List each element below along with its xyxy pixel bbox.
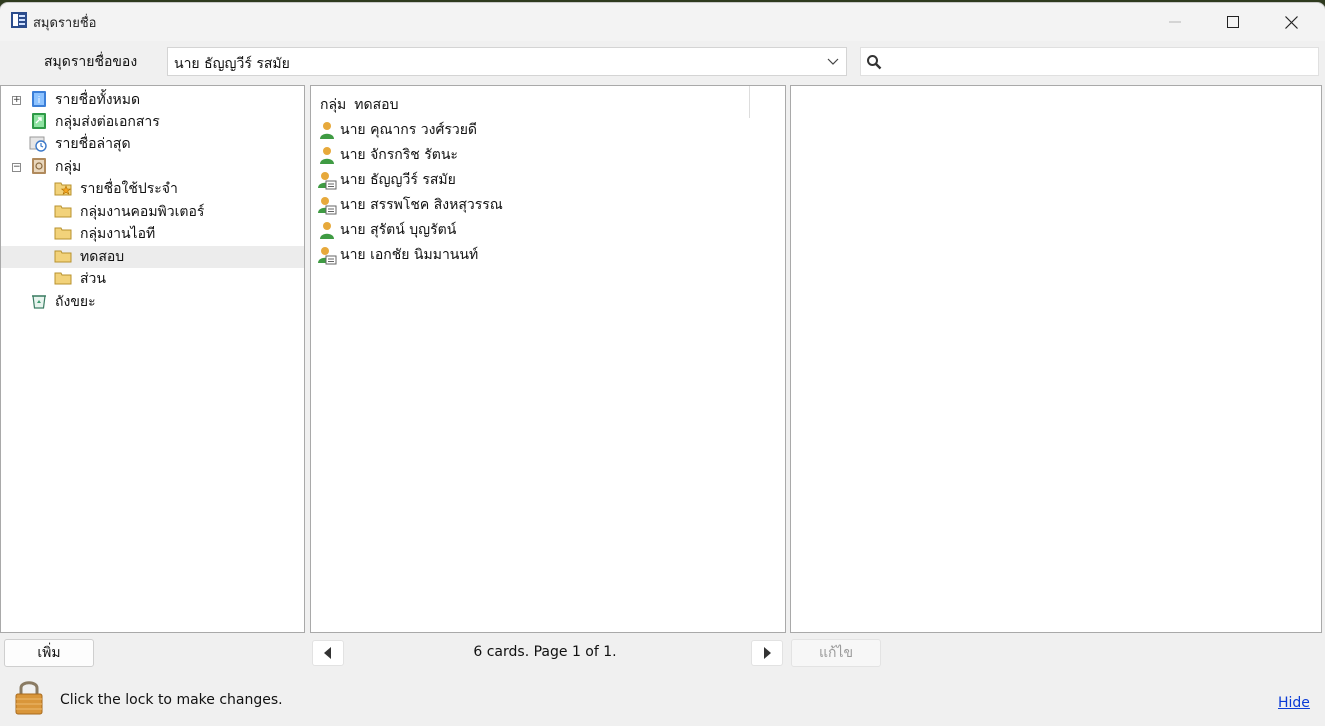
column-separator[interactable] [749, 86, 750, 118]
person-icon [320, 122, 334, 139]
tree-item-label: กลุ่มงานไอที [80, 226, 156, 242]
all-contacts-icon: i [32, 91, 46, 107]
tree-item-label: ส่วน [80, 271, 106, 287]
owner-dropdown-value: นาย ธัญญวีร์ รสมัย [174, 56, 290, 72]
folder-icon [54, 250, 72, 263]
trash-icon [32, 295, 46, 309]
search-box[interactable] [860, 47, 1319, 76]
close-button[interactable] [1268, 3, 1314, 41]
card-row[interactable]: นาย สุรัตน์ บุญรัตน์ [317, 218, 456, 242]
card-row[interactable]: นาย จักรกริช รัตนะ [317, 143, 458, 167]
maximize-icon [1227, 16, 1239, 28]
tree-item-label: กลุ่มงานคอมพิวเตอร์ [80, 204, 205, 220]
recent-contacts-icon [29, 136, 47, 152]
window-title: สมุดรายชื่อ [33, 16, 97, 31]
card-row[interactable]: นาย สรรพโชค สิงหสุวรรณ [317, 193, 503, 217]
person-card-icon [318, 247, 337, 265]
card-row[interactable]: นาย เอกชัย นิมมานนท์ [317, 243, 478, 267]
tree-item-trash[interactable]: ถังขยะ [1, 291, 304, 313]
tree-item-computer-group[interactable]: กลุ่มงานคอมพิวเตอร์ [1, 201, 304, 223]
card-name: นาย คุณากร วงศ์รวยดี [340, 122, 478, 138]
add-button[interactable]: เพิ่ม [4, 639, 94, 667]
edit-button[interactable]: แก้ไข [791, 639, 881, 667]
title-bar: สมุดรายชื่อ [0, 3, 1325, 41]
tree-item-section[interactable]: ส่วน [1, 268, 304, 290]
tree-item-recent-contacts[interactable]: รายชื่อล่าสุด [1, 133, 304, 155]
minimize-button[interactable] [1152, 3, 1198, 41]
tree-item-label: กลุ่มส่งต่อเอกสาร [55, 114, 160, 130]
groups-book-icon [32, 158, 46, 174]
collapse-icon[interactable]: − [12, 163, 21, 172]
person-card-icon [318, 197, 337, 215]
folder-icon [54, 272, 72, 285]
search-icon [867, 55, 882, 70]
lock-icon[interactable] [13, 678, 45, 716]
triangle-left-icon [324, 647, 331, 659]
tree-item-all-contacts[interactable]: + i รายชื่อทั้งหมด [1, 89, 304, 111]
tree-item-groups[interactable]: − กลุ่ม [1, 156, 304, 178]
card-detail-pane [790, 85, 1322, 633]
expand-icon[interactable]: + [12, 96, 21, 105]
maximize-button[interactable] [1210, 3, 1256, 41]
person-card-icon [318, 172, 337, 190]
favorites-folder-icon [54, 182, 72, 196]
tree-item-label: รายชื่อใช้ประจำ [80, 181, 178, 197]
card-name: นาย สุรัตน์ บุญรัตน์ [340, 222, 457, 238]
folder-icon [54, 205, 72, 218]
hide-link[interactable]: Hide [1278, 695, 1310, 711]
group-name: ทดสอบ [354, 97, 399, 113]
triangle-right-icon [764, 647, 771, 659]
folder-tree-pane: + i รายชื่อทั้งหมด กลุ่มส่งต่อเอกสาร ราย… [0, 85, 305, 633]
card-name: นาย เอกชัย นิมมานนท์ [340, 247, 479, 263]
svg-text:i: i [38, 96, 41, 106]
page-status: 6 cards. Page 1 of 1. [473, 644, 617, 660]
tree-item-favorites[interactable]: รายชื่อใช้ประจำ [1, 178, 304, 200]
tree-item-label: กลุ่ม [55, 159, 82, 175]
card-row[interactable]: นาย คุณากร วงศ์รวยดี [317, 118, 477, 142]
owner-dropdown[interactable]: นาย ธัญญวีร์ รสมัย [167, 47, 847, 76]
tree-item-label: ทดสอบ [80, 249, 125, 265]
next-page-button[interactable] [751, 640, 783, 666]
card-name: นาย จักรกริช รัตนะ [340, 147, 458, 163]
tree-item-test[interactable]: ทดสอบ [1, 246, 304, 268]
list-header: กลุ่ม ทดสอบ [320, 94, 398, 116]
previous-page-button[interactable] [312, 640, 344, 666]
address-book-window: สมุดรายชื่อ สมุดรายชื่อของ นาย ธัญญวีร์ … [0, 3, 1325, 726]
tree-item-label: ถังขยะ [55, 294, 96, 310]
chevron-down-icon [827, 58, 839, 65]
address-book-app-icon [11, 12, 27, 28]
card-list-pane: กลุ่ม ทดสอบ นาย คุณากร วงศ์รวยดี นาย จักร… [310, 85, 786, 633]
tree-item-label: รายชื่อล่าสุด [55, 136, 131, 152]
folder-icon [54, 227, 72, 240]
search-input[interactable] [891, 50, 1315, 74]
tree-item-it-group[interactable]: กลุ่มงานไอที [1, 223, 304, 245]
card-name: นาย สรรพโชค สิงหสุวรรณ [340, 197, 503, 213]
person-icon [320, 222, 334, 239]
card-name: นาย ธัญญวีร์ รสมัย [340, 172, 456, 188]
person-icon [320, 147, 334, 164]
group-label: กลุ่ม [320, 97, 347, 113]
tree-item-label: รายชื่อทั้งหมด [55, 92, 141, 108]
lock-message: Click the lock to make changes. [60, 692, 283, 708]
forward-group-icon [32, 113, 46, 129]
owner-label: สมุดรายชื่อของ [44, 54, 138, 70]
tree-item-forward-group[interactable]: กลุ่มส่งต่อเอกสาร [1, 111, 304, 133]
minimize-icon [1169, 21, 1181, 23]
card-row[interactable]: นาย ธัญญวีร์ รสมัย [317, 168, 456, 192]
close-icon [1284, 15, 1298, 29]
